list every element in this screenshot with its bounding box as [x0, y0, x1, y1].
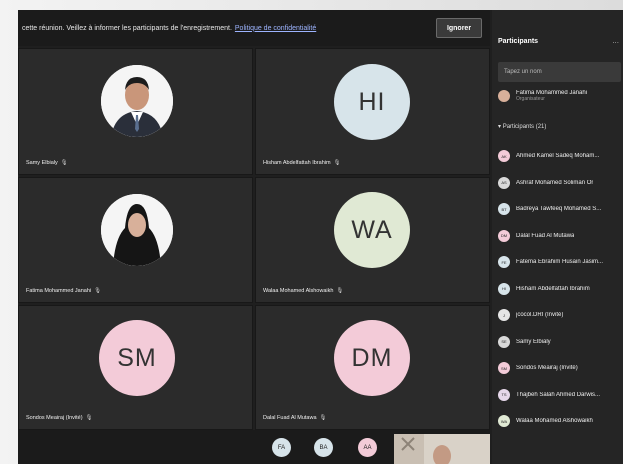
participant-item[interactable]: AS Ashraf Mohamed Soliman Or: [498, 170, 621, 197]
video-tile[interactable]: SM Sondos Meairaj (Invité) 🎙: [18, 305, 253, 430]
participant-name: Dalal Fuad Al Mutawa: [516, 232, 575, 239]
participant-photo: [101, 65, 173, 137]
participant-name: Samy Elbialy: [516, 338, 551, 345]
participant-avatar: BT: [498, 203, 510, 216]
participant-name: Sondos Meairaj (Invité) 🎙: [26, 415, 93, 421]
video-tile[interactable]: HI Hisham Abdelfattah Ibrahim 🎙: [255, 48, 490, 175]
participant-search-input[interactable]: Tapez un nom: [498, 62, 621, 82]
participant-avatar: SE: [498, 335, 510, 348]
mic-icon: 🎙: [94, 288, 102, 294]
initials-avatar: HI: [334, 64, 410, 140]
mic-icon: 🎙: [319, 415, 327, 421]
participant-item[interactable]: AK Ahmed Kamel Sadeq Moham...: [498, 143, 621, 170]
organizer-role: Organisateur: [516, 96, 545, 102]
privacy-policy-link[interactable]: Politique de confidentialité: [235, 25, 316, 32]
initials-avatar: DM: [334, 320, 410, 396]
participant-name: Hisham Abdelfattah Ibrahim 🎙: [263, 160, 341, 166]
participant-item[interactable]: DM Dalal Fuad Al Mutawa: [498, 223, 621, 250]
participant-name: jcocol.DRI (Invité): [516, 312, 564, 319]
participant-name: Dalal Fuad Al Mutawa 🎙: [263, 415, 327, 421]
participant-name: Walaa Mohamed Alshowaikh: [516, 418, 593, 425]
participant-item[interactable]: TS Thajbeh Salah Ahmed Darwis...: [498, 382, 621, 409]
participant-list: AK Ahmed Kamel Sadeq Moham... AS Ashraf …: [498, 143, 621, 435]
participant-avatar: WA: [498, 415, 510, 428]
participant-photo: [101, 194, 173, 266]
mic-icon: 🎙: [336, 288, 344, 294]
banner-text: cette réunion. Veillez à informer les pa…: [22, 24, 232, 32]
participant-avatar: AS: [498, 176, 510, 189]
participant-name: Badreya Tawfeeq Mohamed S...: [516, 206, 602, 213]
teams-meeting-window: cette réunion. Veillez à informer les pa…: [18, 10, 623, 464]
participant-name: Ashraf Mohamed Soliman Or: [516, 179, 594, 186]
participant-avatar: DM: [498, 229, 510, 242]
participant-item[interactable]: WA Walaa Mohamed Alshowaikh: [498, 408, 621, 435]
participant-item[interactable]: J jcocol.DRI (Invité): [498, 302, 621, 329]
participant-avatar: J: [498, 309, 510, 322]
mic-icon: 🎙: [333, 160, 341, 166]
organizer-item[interactable]: Fatima Mohammed Janahi Organisateur: [498, 90, 621, 114]
participant-name: Fatema Ebrahim Husain Jasim...: [516, 259, 604, 266]
panel-title: Participants: [498, 38, 539, 45]
participant-avatar: HI: [498, 282, 510, 295]
participant-name: Ahmed Kamel Sadeq Moham...: [516, 153, 600, 160]
more-options-icon[interactable]: ...: [612, 36, 619, 45]
video-tile[interactable]: DM Dalal Fuad Al Mutawa 🎙: [255, 305, 490, 430]
video-tile[interactable]: WA Walaa Mohamed Alshowaikh 🎙: [255, 177, 490, 303]
participant-item[interactable]: SM Sondos Meairaj (Invité): [498, 355, 621, 382]
participants-panel: Participants ... Tapez un nom Fatima Moh…: [492, 10, 623, 464]
participants-section-label[interactable]: ▾ Participants (21): [498, 123, 546, 130]
video-tile[interactable]: Fatima Mohammed Janahi 🎙: [18, 177, 253, 303]
participant-avatar: AK: [498, 150, 510, 163]
participant-avatar: FE: [498, 256, 510, 269]
participant-name: Sondos Meairaj (Invité): [516, 365, 578, 372]
participant-avatar: TS: [498, 388, 510, 401]
video-grid: Samy Elbialy 🎙 HI Hisham Abdelfattah Ibra…: [18, 48, 490, 430]
video-tile[interactable]: Samy Elbialy 🎙: [18, 48, 253, 175]
mic-icon: 🎙: [85, 415, 93, 421]
participant-name: Hisham Abdelfattah Ibrahim: [516, 285, 590, 292]
participant-name: Thajbeh Salah Ahmed Darwis...: [516, 391, 601, 398]
recording-banner: cette réunion. Veillez à informer les pa…: [18, 10, 490, 46]
mini-avatar[interactable]: AA: [358, 438, 377, 457]
participant-item[interactable]: HI Hisham Abdelfattah Ibrahim: [498, 276, 621, 303]
initials-avatar: SM: [99, 320, 175, 396]
self-view-video[interactable]: [394, 434, 490, 464]
participant-item[interactable]: SE Samy Elbialy: [498, 329, 621, 356]
participant-name: Fatima Mohammed Janahi 🎙: [26, 288, 102, 294]
mini-avatar[interactable]: BA: [314, 438, 333, 457]
participant-avatar: SM: [498, 362, 510, 375]
ignore-button[interactable]: Ignorer: [436, 18, 482, 38]
initials-avatar: WA: [334, 192, 410, 268]
mini-avatar[interactable]: FA: [272, 438, 291, 457]
participant-name: Samy Elbialy 🎙: [26, 160, 68, 166]
organizer-avatar: [498, 90, 510, 102]
participant-name: Walaa Mohamed Alshowaikh 🎙: [263, 288, 344, 294]
participant-item[interactable]: BT Badreya Tawfeeq Mohamed S...: [498, 196, 621, 223]
mic-icon: 🎙: [60, 160, 68, 166]
participant-item[interactable]: FE Fatema Ebrahim Husain Jasim...: [498, 249, 621, 276]
